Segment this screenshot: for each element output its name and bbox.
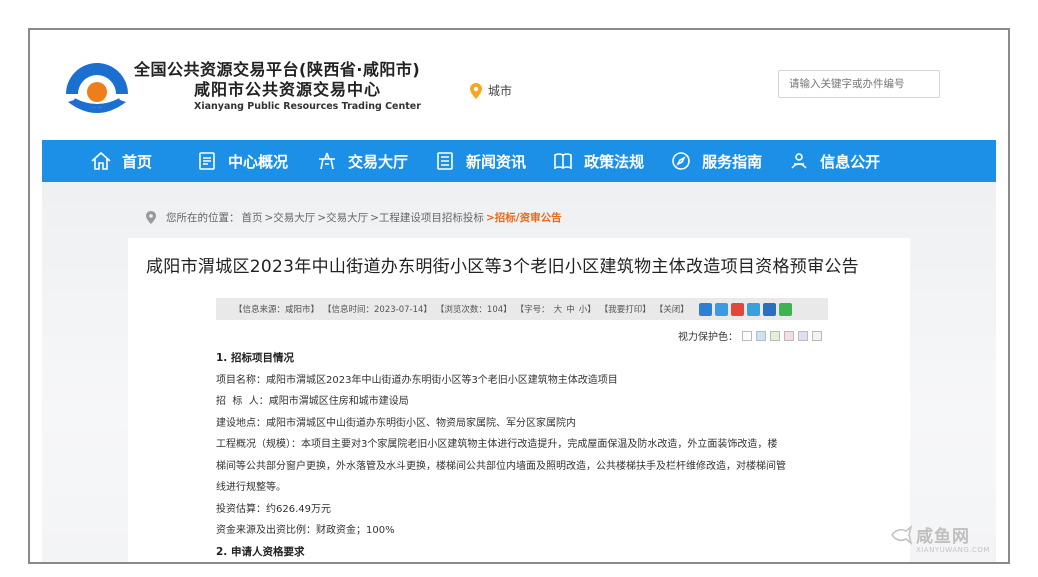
compass-icon [672, 152, 690, 170]
paragraph-line: 建设地点：咸阳市渭城区中山街道办东明街小区、物资局家属院、军分区家属院内 [216, 417, 576, 429]
font-small-button[interactable]: 小】 [579, 303, 596, 315]
paragraph-line: 工程概况（规模）：本项目主要对3个家属院老旧小区建筑物主体进行改造提升，完成屋面… [216, 439, 778, 450]
color-swatch-pink[interactable] [784, 330, 794, 341]
font-large-button[interactable]: 大 [554, 303, 563, 315]
paragraph-line: 线进行规整等。 [216, 482, 286, 493]
color-swatch-blue[interactable] [756, 330, 766, 341]
article-panel: 咸阳市渭城区2023年中山街道办东明街小区等3个老旧小区建筑物主体改造项目资格预… [128, 238, 910, 562]
share-renren-icon[interactable] [762, 302, 776, 316]
location-pin-icon [146, 211, 156, 224]
location-pin-icon [470, 82, 482, 99]
color-swatch-gray[interactable] [812, 330, 822, 341]
share-plus-icon[interactable] [698, 302, 712, 316]
book-icon [554, 153, 572, 170]
share-tencent-icon[interactable] [746, 302, 760, 316]
site-title-english: Xianyang Public Resources Trading Center [194, 101, 421, 112]
article-body: 1. 招标项目情况 项目名称：咸阳市渭城区2023年中山街道办东明街小区等3个老… [216, 348, 856, 562]
search-input[interactable] [778, 70, 940, 98]
nav-item-info-disclosure[interactable]: 信息公开 [788, 140, 880, 182]
fish-logo-icon [890, 524, 912, 545]
nav-label: 新闻资讯 [466, 152, 527, 171]
breadcrumb-current[interactable]: >招标/资审公告 [486, 210, 562, 225]
nav-item-policy[interactable]: 政策法规 [552, 140, 644, 182]
section-heading: 2. 申请人资格要求 [216, 545, 305, 558]
nav-label: 交易大厅 [348, 152, 409, 171]
meta-source: 【信息来源：咸阳市】 [234, 305, 320, 315]
paragraph-line: 资金来源及出资比例：财政资金；100% [216, 525, 395, 536]
home-icon [91, 151, 111, 170]
breadcrumb-engineering-bidding[interactable]: >工程建设项目招标投标 [370, 210, 484, 225]
nav-label: 服务指南 [702, 152, 763, 171]
nav-item-trading-hall[interactable]: 交易大厅 [316, 140, 408, 182]
share-wechat-icon[interactable] [778, 302, 792, 316]
main-nav: 首页 中心概况 交易大厅 新闻资讯 政策法规 服务指南 信息公开 [42, 140, 996, 182]
nav-item-center-overview[interactable]: 中心概况 [196, 140, 288, 182]
article-meta-bar: 【信息来源：咸阳市】 【信息时间：2023-07-14】 【浏览次数：104】 … [216, 298, 828, 320]
color-swatch-white[interactable] [742, 330, 752, 341]
section-heading: 1. 招标项目情况 [216, 352, 294, 364]
watermark-text: 咸鱼网 [916, 527, 970, 547]
color-swatch-green[interactable] [770, 330, 780, 341]
browser-frame: 全国公共资源交易平台(陕西省·咸阳市) 咸阳市公共资源交易中心 Xianyang… [28, 28, 1010, 564]
nav-label: 首页 [122, 152, 153, 171]
document-icon [199, 152, 215, 170]
font-medium-button[interactable]: 中 [566, 303, 575, 315]
site-logo[interactable] [60, 54, 134, 124]
article-title: 咸阳市渭城区2023年中山街道办东明街小区等3个老旧小区建筑物主体改造项目资格预… [146, 257, 859, 277]
paragraph-line: 招 标 人：咸阳市渭城区住房和城市建设局 [216, 396, 409, 407]
meta-font-size-label: 【字号： [515, 305, 550, 315]
print-button[interactable]: 【我要打印】 [600, 303, 651, 315]
breadcrumb: 您所在的位置： 首页 >交易大厅 >交易大厅 >工程建设项目招标投标 >招标/资… [146, 210, 562, 225]
meta-views: 【浏览次数：104】 [435, 305, 512, 315]
site-title-block: 全国公共资源交易平台(陕西省·咸阳市) 咸阳市公共资源交易中心 Xianyang… [134, 60, 421, 114]
paragraph-line: 投资估算：约626.49万元 [216, 503, 331, 515]
hall-icon [319, 152, 336, 170]
breadcrumb-trading-hall[interactable]: >交易大厅 [265, 210, 316, 225]
breadcrumb-trading-hall[interactable]: >交易大厅 [317, 210, 368, 225]
watermark: 咸鱼网 [890, 522, 970, 547]
eye-protection-label: 视力保护色： [678, 332, 738, 343]
nav-item-news[interactable]: 新闻资讯 [434, 140, 526, 182]
city-selector[interactable]: 城市 [470, 82, 512, 99]
color-swatch-purple[interactable] [798, 330, 808, 341]
eye-protection-colors: 视力保护色： [678, 328, 822, 343]
nav-item-home[interactable]: 首页 [90, 140, 152, 182]
nav-label: 中心概况 [228, 152, 289, 171]
news-icon [437, 152, 453, 170]
site-header: 全国公共资源交易平台(陕西省·咸阳市) 咸阳市公共资源交易中心 Xianyang… [30, 30, 1008, 138]
city-label: 城市 [488, 84, 513, 98]
share-qzone-icon[interactable] [714, 302, 728, 316]
paragraph-line: 梯间等公共部分窗户更换，外水落管及水斗更换，楼梯间公共部位内墙面及照明改造，公共… [216, 460, 786, 472]
paragraph-line: 项目名称：咸阳市渭城区2023年中山街道办东明街小区等3个老旧小区建筑物主体改造… [216, 374, 618, 386]
share-weibo-icon[interactable] [730, 302, 744, 316]
breadcrumb-prefix: 您所在的位置： [166, 212, 240, 224]
info-icon [791, 153, 807, 169]
site-title-line1: 全国公共资源交易平台(陕西省·咸阳市) [134, 60, 421, 79]
nav-label: 政策法规 [584, 152, 645, 171]
nav-item-service-guide[interactable]: 服务指南 [670, 140, 762, 182]
nav-label: 信息公开 [820, 152, 881, 171]
meta-time: 【信息时间：2023-07-14】 [323, 305, 432, 315]
close-button[interactable]: 【关闭】 [655, 303, 689, 315]
breadcrumb-home[interactable]: 首页 [242, 210, 263, 225]
site-title-line2: 咸阳市公共资源交易中心 [194, 80, 382, 99]
watermark-subtext: XIANYUWANG.COM [916, 546, 990, 554]
share-icons [698, 302, 792, 316]
